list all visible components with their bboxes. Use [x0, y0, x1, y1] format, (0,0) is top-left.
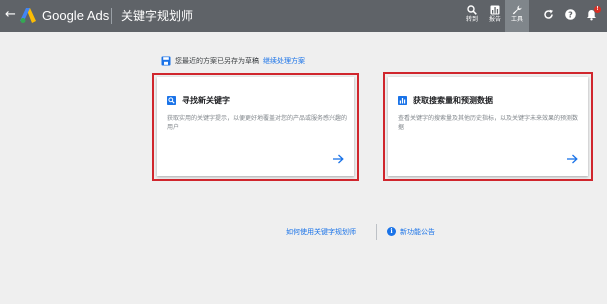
draft-notice-text: 您最近的方案已另存为草稿 — [175, 57, 259, 65]
google-ads-logo[interactable] — [20, 8, 38, 23]
card-find-new-keywords[interactable]: 寻找新关键字 获取实用的关键字提示，以便更好地覆盖对您的产品或服务感兴趣的用户 — [157, 77, 354, 176]
save-icon — [161, 56, 171, 66]
app-header: ← Google Ads 关键字规划师 转到 报告 工具 ? ! — [0, 0, 607, 32]
header-divider — [111, 8, 112, 24]
report-icon — [490, 5, 500, 15]
arrow-forward-icon[interactable] — [332, 154, 344, 164]
tool-goto-button[interactable]: 转到 — [460, 3, 484, 30]
tool-goto-label: 转到 — [465, 16, 478, 23]
card-title: 寻找新关键字 — [182, 96, 230, 105]
brand-name: Google Ads — [42, 8, 110, 23]
tool-reports-label: 报告 — [488, 16, 501, 23]
card-title: 获取搜索量和预测数据 — [413, 96, 493, 105]
footer-divider — [376, 224, 377, 240]
tool-reports-button[interactable]: 报告 — [483, 3, 507, 30]
help-icon[interactable]: ? — [565, 9, 576, 20]
card-description: 查看关键字的搜索量及其他历史指标，以及关键字未来效果的预测数据 — [398, 115, 579, 131]
notification-badge: ! — [594, 6, 601, 13]
tool-tools-label: 工具 — [510, 16, 523, 23]
arrow-back-icon[interactable]: ← — [5, 8, 16, 22]
continue-plan-link[interactable]: 继续处理方案 — [263, 56, 305, 66]
svg-text:?: ? — [568, 10, 573, 19]
chart-icon — [398, 96, 407, 105]
how-to-use-link[interactable]: 如何使用关键字规划师 — [286, 227, 356, 237]
whats-new-link[interactable]: 新功能公告 — [400, 227, 435, 237]
tool-tools-button[interactable]: 工具 — [505, 0, 529, 32]
refresh-icon[interactable] — [543, 9, 554, 20]
page-title: 关键字规划师 — [121, 9, 194, 23]
wrench-icon — [512, 5, 522, 15]
card-description: 获取实用的关键字提示，以便更好地覆盖对您的产品或服务感兴趣的用户 — [167, 115, 348, 131]
footer-links: 如何使用关键字规划师 i 新功能公告 — [0, 224, 607, 240]
search-icon — [167, 96, 176, 105]
search-icon — [467, 5, 477, 15]
info-icon: i — [387, 227, 396, 236]
arrow-forward-icon[interactable] — [566, 154, 578, 164]
card-get-search-volume[interactable]: 获取搜索量和预测数据 查看关键字的搜索量及其他历史指标，以及关键字未来效果的预测… — [388, 77, 588, 176]
